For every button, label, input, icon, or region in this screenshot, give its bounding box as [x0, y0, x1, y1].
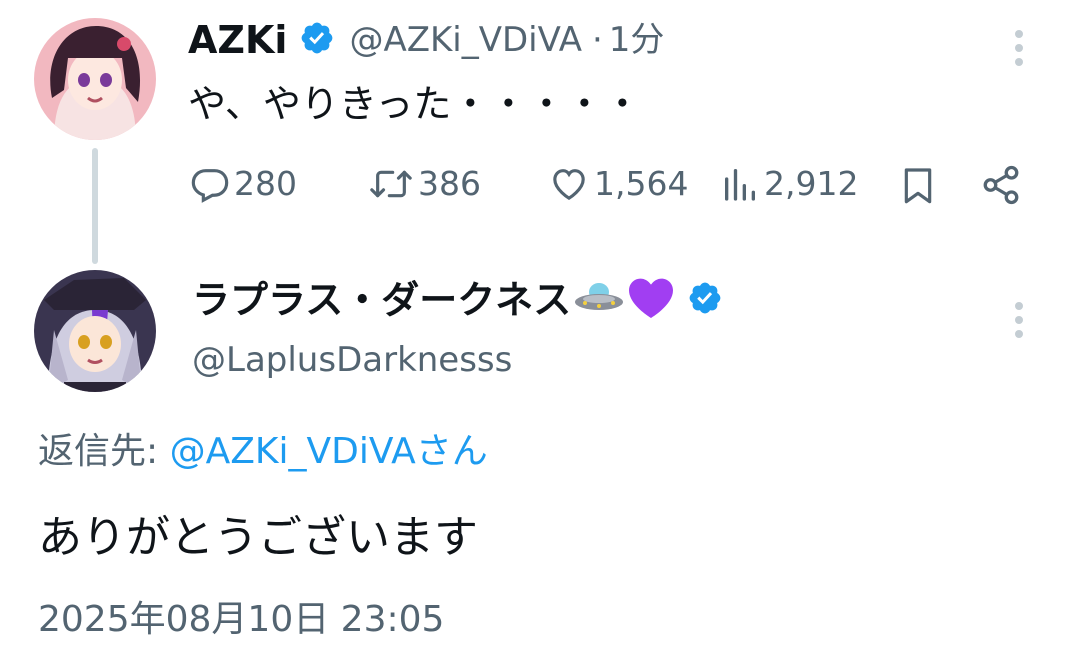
tweet1-header: AZKi @AZKi_VDiVA · 1分	[188, 18, 664, 62]
retweet-icon	[370, 170, 412, 198]
bookmark-button[interactable]	[898, 164, 938, 206]
more-options-icon[interactable]	[1014, 302, 1024, 338]
views-chart-icon	[725, 169, 755, 201]
retweet-count: 386	[418, 164, 481, 203]
verified-badge-icon	[299, 20, 335, 60]
avatar-laplus[interactable]	[34, 270, 156, 392]
ufo-emoji-icon	[573, 276, 625, 324]
display-name[interactable]: AZKi	[188, 18, 287, 62]
tweet-timestamp[interactable]: 2025年08月10日 23:05	[38, 598, 444, 642]
tweet2-text: ありがとうございます	[38, 512, 478, 563]
tweet1-text: や、やりきった・・・・・	[188, 82, 642, 126]
purple-heart-icon	[627, 276, 675, 324]
bookmark-icon	[904, 168, 932, 204]
retweet-button[interactable]: 386	[368, 164, 481, 204]
share-icon	[983, 165, 1019, 205]
reply-to-link[interactable]: @AZKi_VDiVAさん	[170, 431, 488, 472]
reply-icon	[191, 169, 229, 203]
share-button[interactable]	[980, 164, 1022, 206]
reply-to-label: 返信先:	[38, 431, 170, 472]
dot-separator: ·	[591, 20, 603, 60]
heart-icon	[553, 169, 585, 201]
user-handle[interactable]: @LaplusDarknesss	[192, 338, 512, 382]
tweet2-header: ラプラス・ダークネス	[192, 276, 723, 324]
like-count: 1,564	[594, 164, 689, 203]
like-button[interactable]: 1,564	[548, 164, 688, 204]
views-count: 2,912	[764, 164, 859, 203]
reply-button[interactable]: 280	[190, 164, 297, 204]
views-button[interactable]: 2,912	[720, 164, 858, 204]
more-options-icon[interactable]	[1014, 30, 1024, 66]
tweet-time[interactable]: 1分	[609, 18, 665, 62]
thread-connector-line	[92, 148, 98, 264]
display-name[interactable]: ラプラス・ダークネス	[192, 278, 571, 322]
reply-to-line: 返信先: @AZKi_VDiVAさん	[38, 430, 488, 474]
avatar-azki[interactable]	[34, 18, 156, 140]
user-handle[interactable]: @AZKi_VDiVA	[349, 18, 582, 62]
reply-count: 280	[234, 164, 297, 203]
verified-badge-icon	[687, 280, 723, 320]
